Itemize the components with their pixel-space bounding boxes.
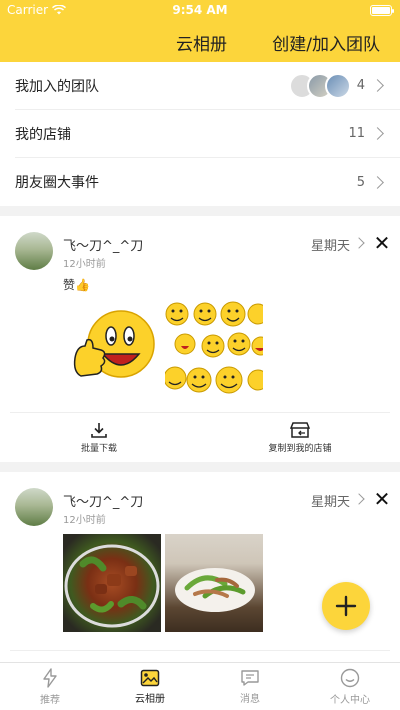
list-item-count: 11 bbox=[348, 126, 365, 141]
close-icon[interactable]: ✕ bbox=[372, 489, 392, 509]
tab-recommend[interactable]: 推荐 bbox=[0, 663, 100, 710]
chevron-right-icon bbox=[371, 127, 384, 140]
post-time: 12小时前 bbox=[63, 515, 106, 526]
list-item-label: 我的店铺 bbox=[15, 126, 71, 143]
tab-label: 推荐 bbox=[40, 694, 60, 706]
batch-download-button[interactable]: 批量下载 bbox=[74, 421, 124, 454]
avatar bbox=[324, 72, 351, 99]
post-image[interactable] bbox=[165, 534, 263, 632]
post-image[interactable] bbox=[63, 534, 161, 632]
photo-icon bbox=[140, 669, 160, 686]
chevron-right-icon bbox=[371, 175, 384, 189]
status-bar: Carrier 9:54 AM bbox=[0, 0, 400, 20]
post-card: 飞～刀^_^刀 12小时前 星期天 ✕ bbox=[0, 472, 400, 662]
tab-cloud-album[interactable]: 云相册 bbox=[100, 663, 200, 710]
list-item-label: 我加入的团队 bbox=[15, 78, 99, 95]
chevron-right-icon bbox=[371, 79, 384, 92]
post-author[interactable]: 飞～刀^_^刀 bbox=[63, 491, 143, 510]
post-day[interactable]: 星期天 bbox=[311, 491, 350, 510]
create-join-team-button[interactable]: 创建/加入团队 bbox=[272, 30, 380, 55]
copy-to-shop-button[interactable]: 复制到我的店铺 bbox=[260, 421, 340, 454]
summary-list: 我加入的团队 4 我的店铺 11 朋友圈大事件 5 bbox=[0, 62, 400, 206]
message-icon bbox=[241, 669, 259, 686]
tab-bar: 推荐 云相册 消息 个人中心 bbox=[0, 662, 400, 710]
list-item-moments[interactable]: 朋友圈大事件 5 bbox=[15, 158, 400, 206]
plus-icon bbox=[335, 595, 357, 617]
food-photo-icon bbox=[64, 544, 160, 628]
post-image[interactable] bbox=[165, 300, 263, 398]
list-item-count: 4 bbox=[356, 78, 365, 93]
tab-label: 消息 bbox=[240, 693, 260, 705]
list-item-count: 5 bbox=[356, 174, 365, 190]
top-bar: Carrier 9:54 AM 云相册 创建/加入团队 bbox=[0, 0, 400, 62]
tab-messages[interactable]: 消息 bbox=[200, 663, 300, 710]
lightning-icon bbox=[43, 667, 57, 688]
post-time: 12小时前 bbox=[63, 259, 106, 270]
post-author[interactable]: 飞～刀^_^刀 bbox=[63, 235, 143, 254]
avatar[interactable] bbox=[15, 232, 53, 270]
avatar[interactable] bbox=[15, 488, 53, 526]
download-icon bbox=[91, 423, 107, 438]
food-photo-icon bbox=[175, 568, 255, 612]
team-avatars bbox=[288, 72, 351, 99]
tab-profile[interactable]: 个人中心 bbox=[300, 663, 400, 710]
close-icon[interactable]: ✕ bbox=[372, 233, 392, 253]
smile-icon bbox=[340, 668, 360, 687]
chevron-right-icon[interactable] bbox=[353, 493, 365, 505]
battery-icon bbox=[370, 5, 394, 16]
tab-label: 个人中心 bbox=[330, 694, 370, 706]
list-item-shops[interactable]: 我的店铺 11 bbox=[15, 110, 400, 158]
batch-download-label: 批量下载 bbox=[80, 444, 117, 454]
list-item-label: 朋友圈大事件 bbox=[15, 175, 99, 191]
status-time: 9:54 AM bbox=[172, 3, 228, 17]
post-image[interactable] bbox=[63, 300, 161, 398]
emoji-grid-icon bbox=[165, 301, 263, 394]
tab-label: 云相册 bbox=[135, 693, 165, 705]
add-button[interactable] bbox=[322, 582, 370, 630]
post-card: 飞～刀^_^刀 12小时前 星期天 ✕ 赞👍 批量下载 复制到我的店铺 bbox=[0, 216, 400, 462]
list-item-teams[interactable]: 我加入的团队 4 bbox=[15, 62, 400, 110]
page-title: 云相册 bbox=[176, 35, 227, 55]
copy-to-shop-label: 复制到我的店铺 bbox=[268, 444, 332, 454]
post-day[interactable]: 星期天 bbox=[311, 235, 350, 254]
thumbs-up-emoji-icon bbox=[73, 310, 155, 378]
store-icon bbox=[290, 422, 310, 438]
post-actions: 批量下载 复制到我的店铺 bbox=[10, 412, 390, 462]
post-text: 赞👍 bbox=[63, 278, 90, 292]
chevron-right-icon[interactable] bbox=[353, 237, 365, 249]
